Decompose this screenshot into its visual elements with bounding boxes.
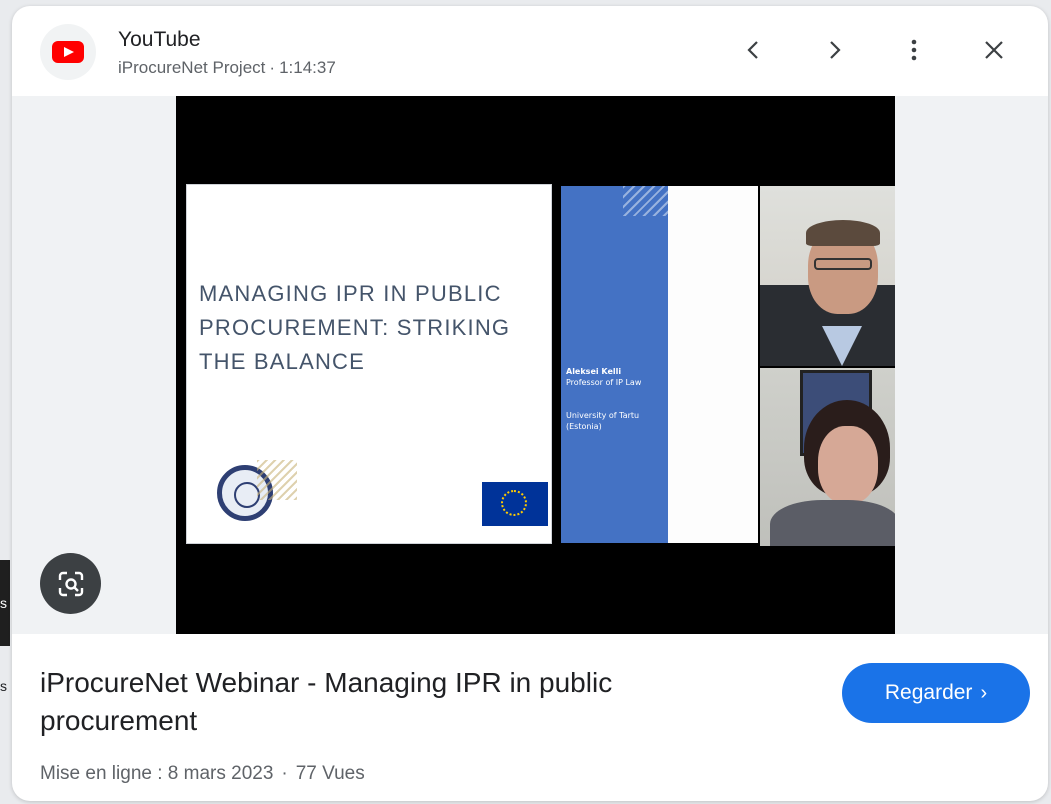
participant-body — [770, 500, 895, 546]
webcam-participant-1 — [760, 186, 895, 366]
lens-search-icon — [58, 571, 83, 596]
channel-name: iProcureNet Project — [118, 58, 266, 77]
close-icon — [985, 41, 1003, 59]
next-button[interactable] — [812, 28, 856, 72]
speaker-info: Aleksei Kelli Professor of IP Law Univer… — [566, 366, 664, 432]
background-text-fragment: s — [0, 678, 7, 694]
eu-flag-icon — [482, 482, 548, 526]
slide-title: MANAGING IPR IN PUBLIC PROCUREMENT: STRI… — [199, 281, 511, 374]
youtube-icon — [52, 41, 84, 63]
chevron-right-icon — [830, 41, 841, 59]
lens-search-button[interactable] — [40, 553, 101, 614]
video-title[interactable]: iProcureNet Webinar - Managing IPR in pu… — [40, 664, 690, 740]
site-name[interactable]: YouTube — [118, 28, 201, 52]
more-vert-icon — [911, 39, 917, 61]
background-text-fragment: s — [0, 595, 7, 611]
more-options-button[interactable] — [892, 28, 936, 72]
decorative-lines — [257, 460, 297, 500]
glasses — [814, 258, 872, 270]
participant-hair — [806, 220, 880, 246]
slide-title-panel: MANAGING IPR IN PUBLIC PROCUREMENT: STRI… — [186, 184, 552, 544]
chevron-right-icon: › — [980, 681, 988, 704]
meta-separator: · — [269, 58, 276, 77]
video-thumbnail[interactable]: MANAGING IPR IN PUBLIC PROCUREMENT: STRI… — [176, 96, 895, 634]
youtube-logo-badge[interactable] — [40, 24, 96, 80]
close-button[interactable] — [972, 28, 1016, 72]
source-meta: iProcureNet Project · 1:14:37 — [118, 58, 336, 78]
video-duration: 1:14:37 — [279, 58, 336, 77]
video-meta: Mise en ligne : 8 mars 2023 · 77 Vues — [40, 763, 365, 785]
preview-panel: YouTube iProcureNet Project · 1:14:37 MANA… — [12, 6, 1048, 801]
slide-speaker-panel: Aleksei Kelli Professor of IP Law Univer… — [561, 186, 668, 543]
speaker-organization: University of Tartu (Estonia) — [566, 411, 640, 431]
watch-button[interactable]: Regarder › — [842, 663, 1030, 723]
view-count: 77 Vues — [295, 763, 365, 784]
meta-separator: · — [281, 763, 288, 784]
speaker-name: Aleksei Kelli — [566, 367, 622, 376]
panel-header: YouTube iProcureNet Project · 1:14:37 — [12, 6, 1048, 98]
previous-button[interactable] — [732, 28, 776, 72]
participant-face — [818, 426, 878, 504]
shirt — [822, 326, 862, 366]
upload-date: Mise en ligne : 8 mars 2023 — [40, 763, 274, 784]
chevron-left-icon — [747, 41, 758, 59]
decorative-stripes — [623, 186, 668, 216]
slide-margin — [668, 186, 758, 543]
watch-button-label: Regarder — [884, 681, 973, 704]
media-area: MANAGING IPR IN PUBLIC PROCUREMENT: STRI… — [12, 96, 1048, 634]
webcam-participant-2 — [760, 368, 895, 546]
speaker-role: Professor of IP Law — [566, 378, 642, 387]
